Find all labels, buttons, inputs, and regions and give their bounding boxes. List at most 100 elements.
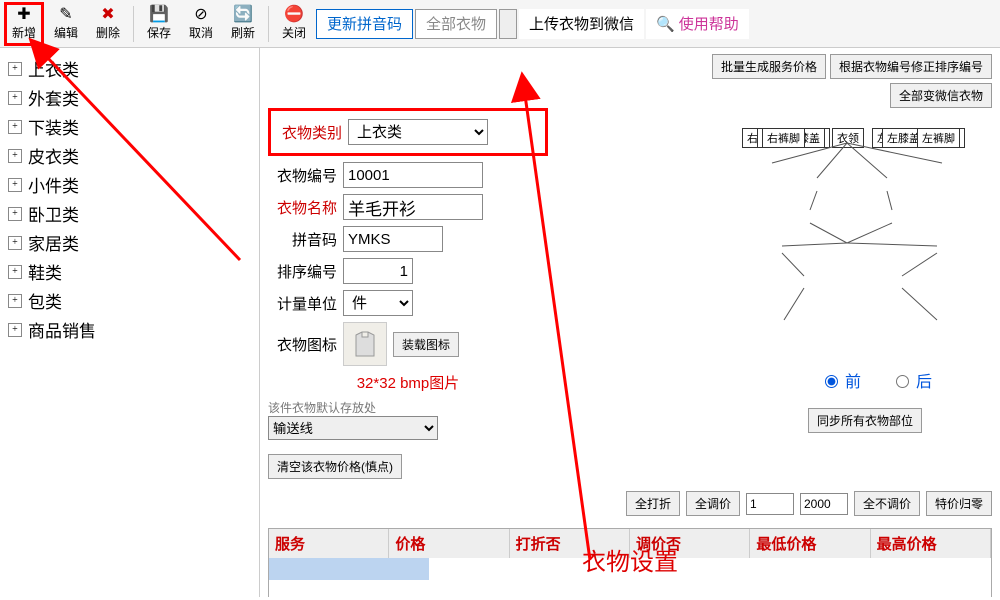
expand-icon[interactable]: + [8, 323, 22, 337]
edit-button[interactable]: ✎ 编辑 [46, 2, 86, 46]
refresh-label: 刷新 [231, 24, 255, 41]
close-icon: ⛔ [284, 6, 304, 24]
expand-icon[interactable]: + [8, 265, 22, 279]
pinyin-input[interactable] [343, 226, 443, 252]
save-button[interactable]: 💾 保存 [139, 2, 179, 46]
x-icon: ✖ [101, 6, 114, 24]
expand-icon[interactable]: + [8, 149, 22, 163]
tree-label: 外套类 [28, 85, 79, 110]
icon-note: 32*32 bmp图片 [268, 372, 548, 393]
close-button[interactable]: ⛔ 关闭 [274, 2, 314, 46]
toolbar: ✚ 新增 ✎ 编辑 ✖ 删除 💾 保存 ⊘ 取消 🔄 刷新 ⛔ 关闭 更新拼音码… [0, 0, 1000, 48]
expand-icon[interactable]: + [8, 207, 22, 221]
tree-item[interactable]: + 小件类 [0, 170, 259, 199]
radio-back[interactable]: 后 [891, 368, 932, 392]
tree-label: 包类 [28, 288, 62, 313]
tree-item[interactable]: + 商品销售 [0, 315, 259, 344]
pencil-icon: ✎ [59, 6, 72, 24]
update-pinyin-button[interactable]: 更新拼音码 [316, 9, 413, 39]
all-adjust-button[interactable]: 全调价 [686, 491, 740, 516]
tree-label: 小件类 [28, 172, 79, 197]
special-reset-button[interactable]: 特价归零 [926, 491, 992, 516]
save-label: 保存 [147, 24, 171, 41]
number-label: 衣物编号 [268, 165, 343, 186]
number-input[interactable] [343, 162, 483, 188]
edit-label: 编辑 [54, 24, 78, 41]
name-input[interactable] [343, 194, 483, 220]
col-service: 服务 [269, 529, 389, 558]
expand-icon[interactable]: + [8, 91, 22, 105]
tree-item[interactable]: + 包类 [0, 286, 259, 315]
front-label: 前 [845, 368, 861, 392]
expand-icon[interactable]: + [8, 294, 22, 308]
back-label: 后 [916, 368, 932, 392]
all-to-wechat-button[interactable]: 全部变微信衣物 [890, 83, 992, 108]
help-button[interactable]: 🔍 使用帮助 [646, 9, 749, 39]
sidebar: + 上衣类 + 外套类 + 下装类 +皮衣类 + 小件类 + 卧卫类 + 家居类 + 鞋类 +… [0, 48, 260, 597]
unit-select[interactable]: 件 [343, 290, 413, 316]
save-icon: 💾 [149, 6, 169, 24]
expand-icon[interactable]: + [8, 178, 22, 192]
selected-row[interactable] [269, 558, 429, 580]
default-place-label: 该件衣物默认存放处 [268, 399, 548, 416]
col-min: 最低价格 [750, 529, 870, 558]
new-label: 新增 [12, 24, 36, 41]
adjust-val2-input[interactable] [800, 493, 848, 515]
tree-label: 家居类 [28, 230, 79, 255]
tree-item[interactable]: + 卧卫类 [0, 199, 259, 228]
delete-button[interactable]: ✖ 删除 [88, 2, 128, 46]
plus-icon: ✚ [17, 6, 30, 24]
tree-label: 下装类 [28, 114, 79, 139]
help-label: 使用帮助 [679, 13, 739, 34]
batch-price-button[interactable]: 批量生成服务价格 [712, 54, 826, 79]
tree-label: 鞋类 [28, 259, 62, 284]
cancel-button[interactable]: ⊘ 取消 [181, 2, 221, 46]
radio-front[interactable]: 前 [820, 368, 861, 392]
refresh-button[interactable]: 🔄 刷新 [223, 2, 263, 46]
icon-thumbnail[interactable] [343, 322, 387, 366]
sort-label: 排序编号 [268, 261, 343, 282]
search-icon: 🔍 [656, 15, 675, 33]
all-clothes-button[interactable]: 全部衣物 [415, 9, 497, 39]
col-price: 价格 [389, 529, 509, 558]
expand-icon[interactable]: + [8, 236, 22, 250]
all-clothes-dropdown[interactable] [499, 9, 517, 39]
footer-title: 衣物设置 [582, 542, 678, 577]
diag-r-foot[interactable]: 右裤脚 [762, 128, 805, 148]
unit-label: 计量单位 [268, 293, 343, 314]
upload-wechat-button[interactable]: 上传衣物到微信 [519, 9, 644, 39]
name-label: 衣物名称 [268, 197, 343, 218]
sync-parts-button[interactable]: 同步所有衣物部位 [808, 408, 922, 433]
body-part-diagram: 衣领 右袖 左袖 右胸 左胸 右下摆 左下摆 右裤腰 左裤腰 右膝盖 左膝盖 右… [722, 128, 982, 358]
category-label: 衣物类别 [273, 122, 348, 143]
default-place-select[interactable]: 输送线 [268, 416, 438, 440]
tree-item[interactable]: + 家居类 [0, 228, 259, 257]
category-select[interactable]: 上衣类 [348, 119, 488, 145]
expand-icon[interactable]: + [8, 120, 22, 134]
cancel-icon: ⊘ [194, 6, 207, 24]
tree-label: 卧卫类 [28, 201, 79, 226]
tree-item[interactable]: + 下装类 [0, 112, 259, 141]
all-discount-button[interactable]: 全打折 [626, 491, 680, 516]
load-icon-button[interactable]: 装载图标 [393, 332, 459, 357]
new-button[interactable]: ✚ 新增 [4, 2, 44, 46]
front-back-radio: 前 后 [820, 368, 932, 392]
fix-order-button[interactable]: 根据衣物编号修正排序编号 [830, 54, 992, 79]
col-max: 最高价格 [871, 529, 991, 558]
all-no-adjust-button[interactable]: 全不调价 [854, 491, 920, 516]
tree-item[interactable]: + 上衣类 [0, 54, 259, 83]
tree-item[interactable]: + 外套类 [0, 83, 259, 112]
diag-collar[interactable]: 衣领 [832, 128, 864, 148]
sort-input[interactable] [343, 258, 413, 284]
tree-label: 商品销售 [28, 317, 96, 342]
cancel-label: 取消 [189, 24, 213, 41]
tree-item[interactable]: + 鞋类 [0, 257, 259, 286]
tree-item[interactable]: +皮衣类 [0, 141, 259, 170]
diag-l-foot[interactable]: 左裤脚 [917, 128, 960, 148]
expand-icon[interactable]: + [8, 62, 22, 76]
tree-label: 上衣类 [28, 56, 79, 81]
adjust-val1-input[interactable] [746, 493, 794, 515]
main-panel: 批量生成服务价格 根据衣物编号修正排序编号 全部变微信衣物 衣物类别 上衣类 衣… [260, 48, 1000, 597]
clear-price-button[interactable]: 清空该衣物价格(慎点) [268, 454, 402, 479]
pinyin-label: 拼音码 [268, 229, 343, 250]
